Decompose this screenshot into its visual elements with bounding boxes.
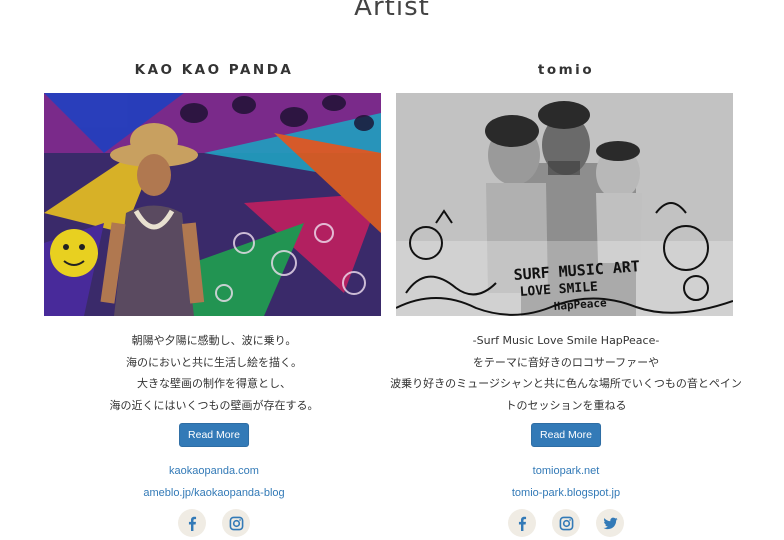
twitter-icon[interactable]	[596, 509, 624, 537]
facebook-icon[interactable]	[178, 509, 206, 537]
blog-link[interactable]: tomio-park.blogspot.jp	[396, 483, 736, 505]
section-title: Artist	[354, 0, 430, 22]
website-link[interactable]: tomiopark.net	[396, 461, 736, 483]
instagram-icon[interactable]	[222, 509, 250, 537]
website-link[interactable]: kaokaopanda.com	[44, 461, 384, 483]
instagram-icon[interactable]	[552, 509, 580, 537]
description-line: トのセッションを重ねる	[505, 398, 627, 412]
read-more-button[interactable]: Read More	[179, 423, 249, 447]
description-line: -Surf Music Love Smile HapPeace-	[472, 334, 660, 347]
facebook-icon[interactable]	[508, 509, 536, 537]
blog-link[interactable]: ameblo.jp/kaokaopanda-blog	[44, 483, 384, 505]
artist-links: tomiopark.net tomio-park.blogspot.jp	[396, 461, 736, 504]
artist-name: KAO KAO PANDA	[134, 62, 294, 78]
description-line: 海のにおいと共に生活し絵を描く。	[126, 355, 302, 369]
social-links	[396, 509, 736, 537]
read-more-button[interactable]: Read More	[531, 423, 601, 447]
description-line: 朝陽や夕陽に感動し、波に乗り。	[131, 334, 297, 347]
artist-description: 朝陽や夕陽に感動し、波に乗り。 海のにおいと共に生活し絵を描く。 大きな壁画の制…	[34, 330, 394, 416]
description-line: 大きな壁画の制作を得意とし、	[137, 377, 291, 390]
description-line: 海の近くにはいくつもの壁画が存在する。	[109, 398, 319, 412]
artist-photo	[44, 93, 381, 316]
description-line: をテーマに音好きのロコサーファーや	[472, 355, 660, 369]
social-links	[44, 509, 384, 537]
description-line: 波乗り好きのミュージシャンと共に色んな場所でいくつもの音とペイン	[390, 377, 742, 390]
artist-description: -Surf Music Love Smile HapPeace- をテーマに音好…	[386, 330, 746, 416]
artist-name: tomio	[537, 62, 595, 78]
artist-photo: SURF MUSIC ART LOVE SMILE HapPeace	[396, 93, 733, 316]
artist-links: kaokaopanda.com ameblo.jp/kaokaopanda-bl…	[44, 461, 384, 504]
